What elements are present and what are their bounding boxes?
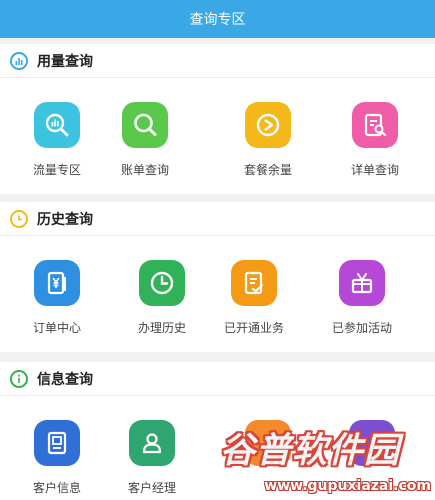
active-services-button[interactable]: 已开通业务	[209, 260, 299, 336]
usage-query-section: 用量查询 流量专区 账单查询 套餐余量 详单查询	[0, 44, 435, 194]
bill-query-button[interactable]: 账单查询	[100, 102, 190, 178]
customer-info-label: 客户信息	[32, 481, 81, 495]
top-bar: 查询专区	[0, 0, 435, 38]
chart-search-icon	[34, 102, 80, 148]
id-card-icon	[34, 420, 80, 466]
data-usage-zone-label: 流量专区	[32, 163, 81, 177]
history-section-title: 历史查询	[37, 211, 93, 228]
info-section-header: 信息查询	[0, 362, 435, 396]
bar-chart-circle-icon	[10, 51, 28, 70]
joined-activities-button[interactable]: 已参加活动	[317, 260, 407, 336]
bill-query-label: 账单查询	[120, 163, 169, 177]
watermark: 谷普软件园 www.gupuxiazai.com	[214, 418, 435, 500]
clock-circle-icon	[10, 209, 28, 228]
order-center-label: 订单中心	[32, 321, 81, 335]
info-section-title: 信息查询	[37, 371, 93, 388]
info-circle-icon	[10, 369, 28, 388]
usage-section-header: 用量查询	[0, 44, 435, 78]
detailed-records-button[interactable]: 详单查询	[330, 102, 420, 178]
watermark-text: 谷普软件园	[220, 431, 401, 471]
account-manager-label: 客户经理	[127, 481, 176, 495]
magnifier-icon	[122, 102, 168, 148]
handling-history-button[interactable]: 办理历史	[117, 260, 207, 336]
joined-activities-label: 已参加活动	[331, 321, 392, 335]
detailed-records-label: 详单查询	[350, 163, 399, 177]
order-center-button[interactable]: 订单中心	[12, 260, 102, 336]
clock-icon	[139, 260, 185, 306]
plan-balance-label: 套餐余量	[243, 163, 292, 177]
data-usage-zone-button[interactable]: 流量专区	[12, 102, 102, 178]
page-title: 查询专区	[189, 12, 246, 28]
history-section-header: 历史查询	[0, 202, 435, 236]
yuan-receipt-icon	[34, 260, 80, 306]
gift-icon	[339, 260, 385, 306]
usage-section-title: 用量查询	[37, 53, 93, 70]
customer-info-button[interactable]: 客户信息	[12, 420, 102, 496]
active-services-label: 已开通业务	[223, 321, 284, 335]
document-search-icon	[352, 102, 398, 148]
circle-play-icon	[245, 102, 291, 148]
watermark-url: www.gupuxiazai.com	[264, 478, 431, 494]
person-icon	[129, 420, 175, 466]
handling-history-label: 办理历史	[137, 321, 186, 335]
history-query-section: 历史查询 订单中心 办理历史 已开通业务 已参加活动	[0, 202, 435, 352]
plan-balance-button[interactable]: 套餐余量	[223, 102, 313, 178]
checked-list-icon	[231, 260, 277, 306]
account-manager-button[interactable]: 客户经理	[107, 420, 197, 496]
